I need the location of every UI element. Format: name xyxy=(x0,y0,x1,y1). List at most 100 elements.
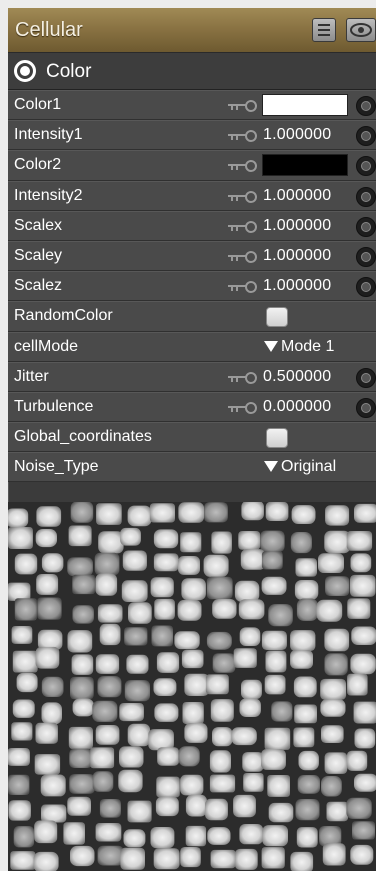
section-label: Color xyxy=(46,61,92,82)
noise-cell xyxy=(67,796,91,816)
dial-icon[interactable] xyxy=(356,277,376,298)
noise-cell xyxy=(294,704,317,724)
noise-cell xyxy=(233,794,256,818)
noise-cell xyxy=(128,602,152,624)
color-swatch[interactable] xyxy=(262,154,348,177)
dropdown-value: Mode 1 xyxy=(281,337,335,355)
dial-icon[interactable] xyxy=(356,96,376,116)
noise-cell xyxy=(296,827,318,848)
noise-cell xyxy=(181,649,204,669)
key-icon[interactable] xyxy=(228,160,258,173)
param-row-color1: Color1 xyxy=(8,90,376,121)
noise-cell xyxy=(203,554,229,577)
noise-cell xyxy=(238,531,261,550)
noise-cell xyxy=(325,576,350,596)
dial-icon[interactable] xyxy=(356,126,376,147)
param-row-randomcolor: RandomColor xyxy=(8,301,376,332)
noise-cell xyxy=(239,627,261,646)
noise-cell xyxy=(294,580,319,600)
param-value[interactable]: 1.000000 xyxy=(263,247,331,265)
key-icon[interactable] xyxy=(228,281,258,294)
menu-icon[interactable] xyxy=(312,18,336,42)
key-icon[interactable] xyxy=(228,401,258,414)
noise-cell xyxy=(69,748,93,768)
noise-cell xyxy=(67,630,93,653)
noise-cell xyxy=(41,676,64,697)
noise-cell xyxy=(350,844,374,865)
key-icon[interactable] xyxy=(228,100,258,112)
noise-cell xyxy=(297,775,320,794)
noise-cell xyxy=(120,527,141,546)
noise-cell xyxy=(95,823,122,842)
noise-cell xyxy=(10,851,36,870)
noise-cell xyxy=(234,848,258,870)
noise-cell xyxy=(99,623,121,646)
noise-cell xyxy=(127,723,151,747)
key-icon[interactable] xyxy=(228,190,258,203)
key-icon[interactable] xyxy=(228,220,258,233)
dial-icon[interactable] xyxy=(356,367,376,388)
noise-cell xyxy=(178,502,205,523)
noise-cell xyxy=(267,775,290,797)
eye-icon[interactable] xyxy=(346,18,376,42)
noise-cell xyxy=(8,774,30,795)
noise-cell xyxy=(319,826,342,847)
param-value[interactable]: 1.000000 xyxy=(263,126,331,144)
param-label: cellMode xyxy=(14,337,79,355)
noise-cell xyxy=(119,703,144,722)
noise-cell xyxy=(353,701,376,724)
dial-icon[interactable] xyxy=(356,156,376,177)
noise-cell xyxy=(63,822,85,845)
dial-icon[interactable] xyxy=(356,397,376,418)
key-icon[interactable] xyxy=(228,250,258,263)
key-icon[interactable] xyxy=(228,130,258,143)
param-label: RandomColor xyxy=(14,307,113,325)
noise-cell xyxy=(72,605,94,624)
param-value[interactable]: 0.500000 xyxy=(263,368,331,386)
dropdown[interactable]: Original xyxy=(264,458,336,476)
noise-cell xyxy=(324,628,350,652)
dial-icon[interactable] xyxy=(356,216,376,237)
noise-cell xyxy=(298,750,319,771)
noise-cell xyxy=(346,797,372,819)
noise-cell xyxy=(67,557,93,577)
noise-cell xyxy=(184,673,209,696)
noise-cell xyxy=(156,776,180,798)
noise-cell xyxy=(177,599,202,621)
noise-cell xyxy=(12,650,38,673)
dial-icon[interactable] xyxy=(356,246,376,267)
checkbox[interactable] xyxy=(266,307,288,328)
param-value[interactable]: 1.000000 xyxy=(263,217,331,235)
noise-cell xyxy=(231,727,257,746)
noise-cell xyxy=(97,604,123,623)
noise-cell xyxy=(154,703,179,722)
noise-cell xyxy=(320,699,346,717)
param-label: Scalex xyxy=(14,216,63,234)
noise-cell xyxy=(94,552,120,576)
noise-cell xyxy=(120,847,145,870)
checkbox[interactable] xyxy=(266,428,288,449)
dropdown[interactable]: Mode 1 xyxy=(264,338,334,356)
noise-cell xyxy=(178,556,200,575)
dropdown-arrow-icon xyxy=(264,340,278,352)
noise-cell xyxy=(92,771,114,792)
noise-cell xyxy=(182,702,204,725)
color-swatch[interactable] xyxy=(262,94,348,116)
dial-icon[interactable] xyxy=(356,186,376,207)
param-label: Intensity1 xyxy=(14,126,83,144)
noise-cell xyxy=(239,824,264,845)
param-value[interactable]: 0.000000 xyxy=(263,398,331,416)
noise-cell xyxy=(238,599,265,620)
noise-cell xyxy=(122,550,147,571)
noise-cell xyxy=(290,532,312,554)
noise-cell xyxy=(320,678,347,700)
noise-cell xyxy=(148,729,174,751)
noise-cell xyxy=(41,804,67,823)
key-icon[interactable] xyxy=(228,371,258,384)
param-value[interactable]: 1.000000 xyxy=(263,187,331,205)
param-value[interactable]: 1.000000 xyxy=(263,277,331,295)
section-color[interactable]: Color xyxy=(8,53,376,90)
noise-cell xyxy=(261,576,287,595)
noise-cell xyxy=(350,553,372,573)
noise-cell xyxy=(354,503,376,523)
